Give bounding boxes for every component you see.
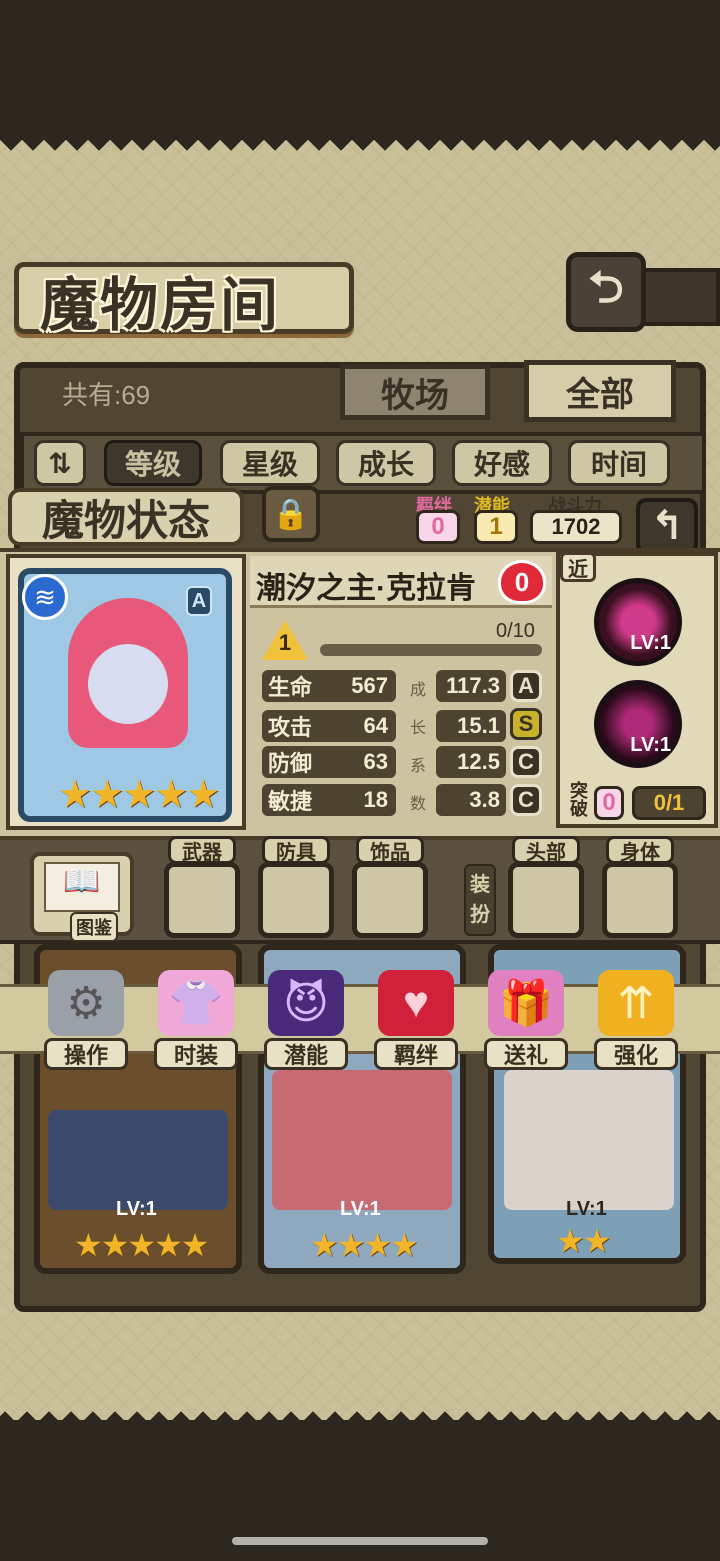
card-level: LV:1 — [116, 1198, 157, 1220]
whirlpool-skill-icon[interactable]: LV:1 — [594, 680, 682, 768]
lock-icon: 🔒 — [272, 497, 310, 531]
exp-text: 0/10 — [496, 620, 535, 642]
breakthrough-label: 突破 — [570, 781, 588, 819]
home-indicator[interactable] — [232, 1537, 488, 1545]
stat-attack: 攻击 64 — [262, 710, 396, 742]
growth-defense: 12.5 — [436, 746, 506, 778]
action-operate[interactable]: ⚙ 操作 — [40, 970, 132, 1070]
head-slot-label: 头部 — [512, 836, 580, 864]
action-potential[interactable]: 😈 潜能 — [260, 970, 352, 1070]
upgrade-arrows-icon: ⇈ — [598, 970, 674, 1036]
return-arrow-icon: ⮌ — [588, 262, 624, 312]
card-level: LV:1 — [566, 1198, 607, 1220]
lock-button[interactable]: 🔒 — [262, 486, 320, 542]
sort-level[interactable]: 等级 — [104, 440, 202, 486]
monster-name: 潮汐之主·克拉肯 — [256, 572, 476, 605]
page-title: 魔物房间 — [40, 273, 281, 338]
back-button-tail — [640, 268, 720, 326]
tentacle-skill-icon[interactable]: LV:1 — [594, 578, 682, 666]
card-stars: ★★ — [556, 1223, 611, 1259]
stat-defense: 防御 63 — [262, 746, 396, 778]
skill-type-tag: 近 — [560, 552, 596, 582]
armor-slot-label: 防具 — [262, 836, 330, 864]
dress-label: 装扮 — [464, 864, 496, 936]
grade-agility: C — [510, 784, 542, 816]
monster-face — [88, 644, 168, 724]
grade-hp: A — [510, 670, 542, 702]
card-stars: ★★★★★ — [74, 1227, 209, 1263]
status-title: 魔物状态 — [8, 488, 244, 546]
card-level: LV:1 — [340, 1198, 381, 1220]
monster-portrait — [272, 1070, 452, 1210]
guide-button[interactable]: 📖 图鉴 — [30, 852, 134, 942]
weapon-slot-label: 武器 — [168, 836, 236, 864]
accessory-slot-label: 饰品 — [356, 836, 424, 864]
armor-slot[interactable] — [258, 862, 334, 938]
sort-growth[interactable]: 成长 — [336, 440, 436, 486]
portrait-stars: ★★★★★ — [58, 774, 220, 816]
growth-coefficient-label: 成 长 系 数 — [409, 682, 426, 813]
weapon-slot[interactable] — [164, 862, 240, 938]
stat-hp: 生命 567 — [262, 670, 396, 702]
rank-badge: A — [186, 586, 212, 616]
tab-all[interactable]: 全部 — [524, 360, 676, 422]
card-stars: ★★★★ — [310, 1227, 419, 1263]
sort-star[interactable]: 星级 — [220, 440, 320, 486]
action-fashion[interactable]: 👚 时装 — [150, 970, 242, 1070]
breakthrough-count: 0 — [594, 786, 624, 820]
bond-heart-badge: 0 — [498, 560, 546, 604]
top-background — [0, 0, 720, 140]
bond-value: 0 — [416, 510, 460, 544]
water-wave-icon: ≋ — [22, 574, 68, 620]
return-button[interactable]: ⮌ — [566, 252, 646, 332]
book-icon: 📖 — [44, 862, 120, 912]
action-gift[interactable]: 🎁 送礼 — [480, 970, 572, 1070]
potential-value: 1 — [474, 510, 518, 544]
guide-label: 图鉴 — [70, 912, 118, 942]
breakthrough-progress: 0/1 — [632, 786, 706, 820]
exp-bar — [320, 644, 542, 656]
body-slot[interactable] — [602, 862, 678, 938]
power-value: 1702 — [530, 510, 622, 544]
hearts-icon: ♥ — [378, 970, 454, 1036]
action-upgrade[interactable]: ⇈ 强化 — [590, 970, 682, 1070]
sort-arrows-icon: ⇅ — [48, 447, 72, 479]
action-bond[interactable]: ♥ 羁绊 — [370, 970, 462, 1070]
monster-count: 共有:69 — [62, 380, 151, 410]
body-slot-label: 身体 — [606, 836, 674, 864]
accessory-slot[interactable] — [352, 862, 428, 938]
top-torn-edge — [0, 140, 720, 162]
head-slot[interactable] — [508, 862, 584, 938]
bottom-torn-edge — [0, 1400, 720, 1422]
return-arrow-icon: ↰ — [650, 504, 684, 548]
sort-affection[interactable]: 好感 — [452, 440, 552, 486]
outfit-icon: 👚 — [158, 970, 234, 1036]
tab-ranch[interactable]: 牧场 — [340, 364, 490, 420]
stat-agility: 敏捷 18 — [262, 784, 396, 816]
sort-time[interactable]: 时间 — [568, 440, 670, 486]
gift-icon: 🎁 — [488, 970, 564, 1036]
growth-attack: 15.1 — [436, 710, 506, 742]
monster-portrait — [504, 1070, 674, 1210]
demon-icon: 😈 — [268, 970, 344, 1036]
growth-agility: 3.8 — [436, 784, 506, 816]
status-close-button[interactable]: ↰ — [636, 498, 698, 554]
grade-defense: C — [510, 746, 542, 778]
gear-icon: ⚙ — [48, 970, 124, 1036]
grade-attack: S — [510, 708, 542, 740]
monster-portrait — [48, 1110, 228, 1210]
growth-hp: 117.3 — [436, 670, 506, 702]
sort-order-toggle[interactable]: ⇅ — [34, 440, 86, 486]
